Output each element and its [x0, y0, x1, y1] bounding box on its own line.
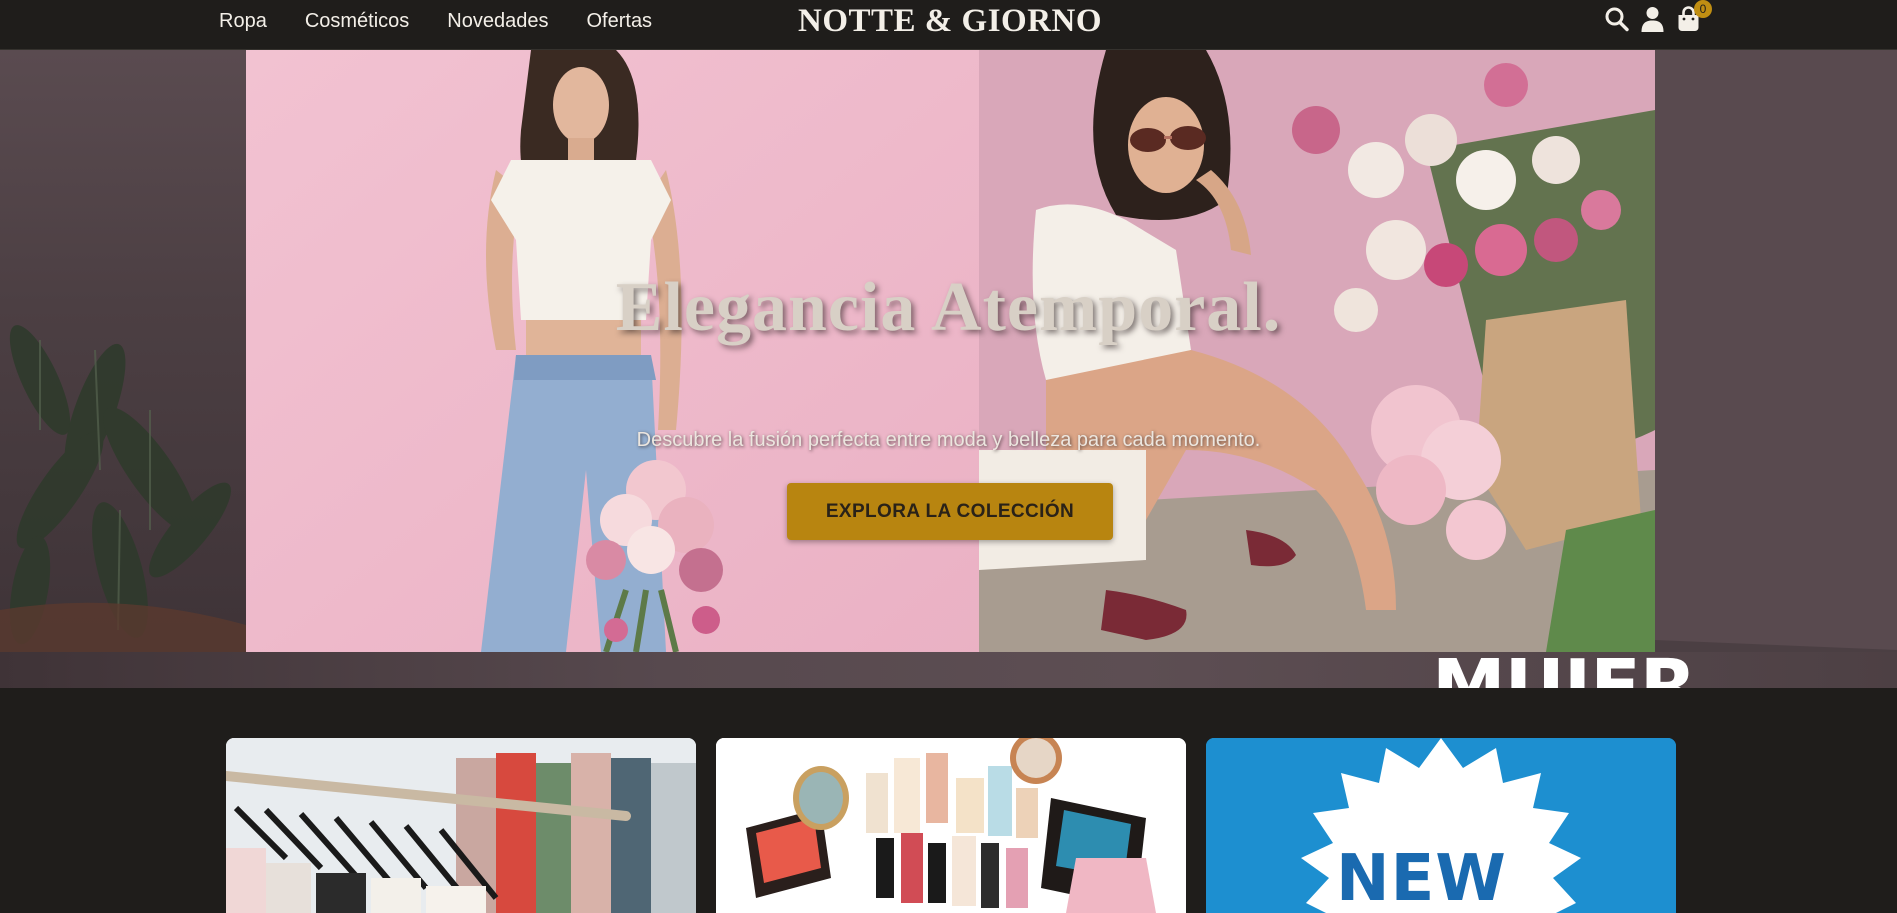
brand-logo[interactable]: NOTTE & GIORNO: [798, 3, 1102, 40]
hero-banner-word: MUJER: [1432, 644, 1697, 688]
search-icon[interactable]: [1604, 6, 1629, 32]
hero-title: Elegancia Atemporal.: [615, 269, 1282, 346]
hero-subtitle: Descubre la fusión perfecta entre moda y…: [636, 429, 1261, 451]
explore-collection-button[interactable]: EXPLORA LA COLECCIÓN: [787, 483, 1113, 540]
hero-photo: [246, 50, 1655, 652]
hero-right-backdrop: [1655, 50, 1897, 688]
new-badge-text: NEW: [1336, 842, 1507, 913]
hero-banner: Elegancia Atemporal. Descubre la fusión …: [0, 50, 1897, 688]
category-card-cosmeticos[interactable]: [716, 738, 1186, 913]
hero-left-backdrop: [0, 50, 246, 688]
category-card-ropa[interactable]: [226, 738, 696, 913]
category-cards: NEW: [226, 738, 1676, 913]
main-nav: Ropa Cosméticos Novedades Ofertas: [219, 0, 652, 42]
top-navbar: Ropa Cosméticos Novedades Ofertas NOTTE …: [0, 0, 1897, 50]
nav-link-ofertas[interactable]: Ofertas: [586, 10, 652, 33]
nav-icons: 0: [1604, 0, 1712, 32]
cart-count-badge: 0: [1694, 0, 1712, 18]
nav-link-novedades[interactable]: Novedades: [447, 10, 548, 33]
shopping-bag-icon[interactable]: 0: [1676, 0, 1712, 32]
category-card-novedades[interactable]: NEW: [1206, 738, 1676, 913]
nav-link-ropa[interactable]: Ropa: [219, 10, 267, 33]
nav-link-cosmeticos[interactable]: Cosméticos: [305, 10, 409, 33]
user-icon[interactable]: [1640, 6, 1665, 32]
